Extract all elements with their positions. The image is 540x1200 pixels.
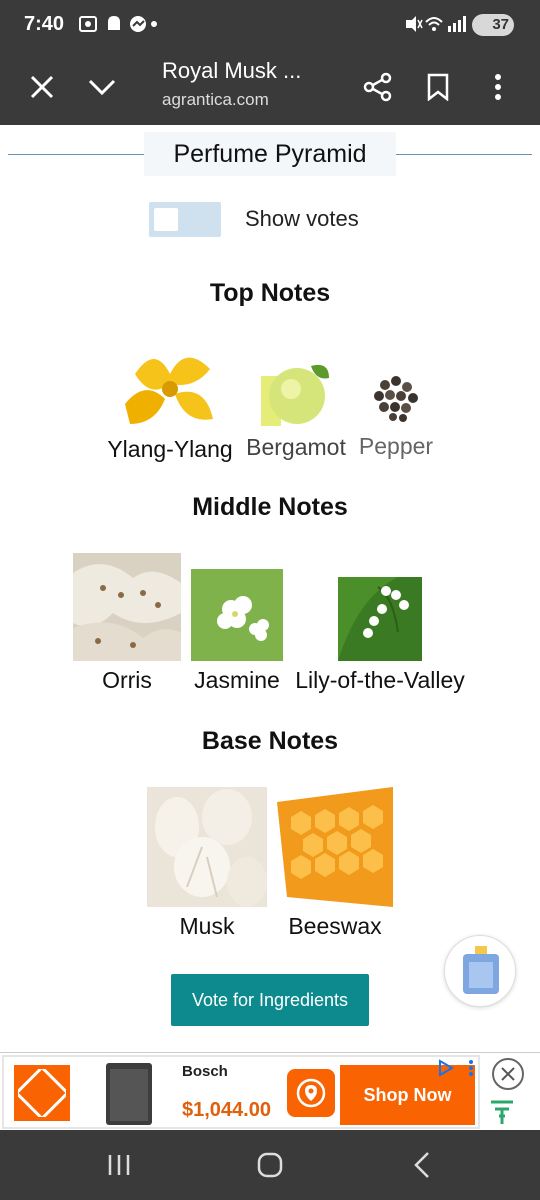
divider-left [8, 154, 144, 155]
vote-for-ingredients-button[interactable]: Vote for Ingredients [171, 974, 369, 1026]
note-bergamot[interactable]: Bergamot [241, 356, 351, 461]
note-label: Pepper [358, 433, 434, 459]
home-icon [257, 1152, 283, 1178]
notification-icons-svg [79, 16, 157, 32]
divider-right [396, 154, 532, 155]
top-notes-heading: Top Notes [209, 279, 331, 307]
note-label: Lily-of-the-Valley [295, 667, 465, 693]
bergamot-image [261, 356, 331, 428]
base-notes-heading: Base Notes [201, 727, 339, 755]
signal-wifi-icons [406, 16, 466, 32]
status-bar: 7:40 37 [0, 0, 540, 50]
note-jasmine[interactable]: Jasmine [188, 569, 286, 694]
pyramid-title: Perfume Pyramid [144, 132, 396, 176]
ad-brand: Bosch [182, 1063, 228, 1080]
ad-banner[interactable]: Bosch $1,044.00 Shop Now [0, 1052, 540, 1130]
floating-perfume-bottle[interactable] [444, 935, 516, 1007]
back-icon [414, 1152, 429, 1178]
note-label: Bergamot [246, 434, 346, 460]
pepper-image [365, 365, 427, 427]
location-pin-icon [296, 1078, 326, 1108]
recents-button[interactable] [94, 1147, 144, 1183]
feedback-icon [491, 1100, 513, 1124]
recents-icon [108, 1155, 130, 1175]
note-pepper[interactable]: Pepper [356, 365, 436, 460]
note-orris[interactable]: Orris [72, 553, 182, 694]
home-button[interactable] [245, 1147, 295, 1183]
note-label: Jasmine [194, 667, 280, 693]
jasmine-image [191, 569, 283, 661]
show-votes-label: Show votes [245, 206, 359, 231]
share-icon [363, 72, 392, 102]
close-icon [501, 1067, 515, 1081]
note-label: Ylang-Ylang [107, 436, 233, 462]
note-musk[interactable]: Musk [146, 787, 268, 940]
beeswax-image [277, 787, 393, 907]
note-label: Musk [179, 913, 235, 939]
note-label: Orris [102, 667, 152, 693]
home-depot-logo-svg [18, 1069, 66, 1117]
musk-image [147, 787, 267, 907]
page-url: agrantica.com [162, 90, 269, 109]
battery-indicator: 37 [472, 14, 514, 36]
note-beeswax[interactable]: Beeswax [276, 787, 394, 940]
adchoices-icon [439, 1059, 473, 1077]
show-votes-toggle[interactable] [149, 202, 221, 237]
lily-of-the-valley-image [338, 577, 422, 661]
ad-container[interactable]: Bosch $1,044.00 Shop Now [2, 1055, 480, 1129]
more-vert-icon [495, 74, 501, 100]
ad-close-button[interactable] [492, 1058, 524, 1090]
home-depot-logo [14, 1065, 70, 1121]
system-icons [404, 14, 466, 38]
chevron-down-icon [88, 79, 116, 96]
toggle-knob [154, 208, 178, 231]
note-ylang-ylang[interactable]: Ylang-Ylang [106, 344, 234, 463]
close-tab-button[interactable] [19, 64, 65, 110]
browser-toolbar: Royal Musk ... agrantica.com [0, 50, 540, 125]
more-options-button[interactable] [475, 64, 521, 110]
note-label: Beeswax [288, 913, 382, 939]
ad-price: $1,044.00 [182, 1099, 271, 1121]
middle-notes-heading: Middle Notes [192, 493, 348, 521]
page-content: Perfume Pyramid Show votes Top Notes Yla… [0, 125, 540, 1052]
bookmark-button[interactable] [415, 64, 461, 110]
page-title: Royal Musk ... [162, 58, 302, 83]
perfume-bottle-icon [463, 946, 499, 994]
notification-icons [78, 14, 158, 39]
dishwasher-image [106, 1063, 152, 1125]
share-button[interactable] [355, 64, 401, 110]
close-icon [30, 75, 54, 99]
ylang-ylang-image [125, 344, 215, 430]
back-button[interactable] [397, 1147, 447, 1183]
orris-image [73, 553, 181, 661]
system-nav-bar [0, 1130, 540, 1200]
collapse-button[interactable] [79, 64, 125, 110]
note-lily-of-the-valley[interactable]: Lily-of-the-Valley [290, 577, 470, 694]
clock: 7:40 [24, 13, 65, 35]
store-locator-button[interactable] [287, 1069, 335, 1117]
bookmark-icon [427, 73, 449, 101]
